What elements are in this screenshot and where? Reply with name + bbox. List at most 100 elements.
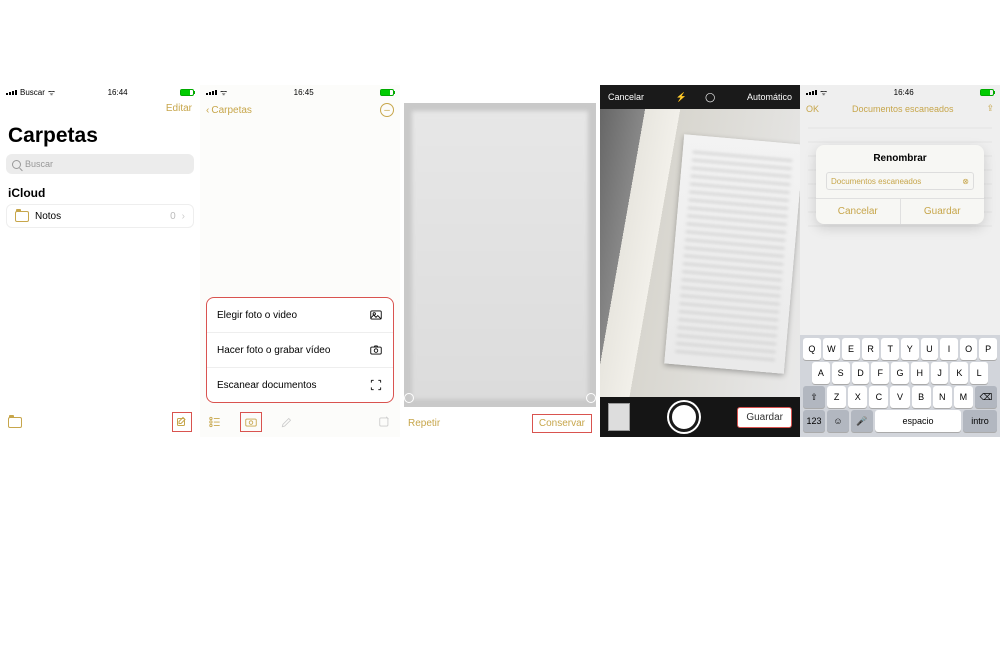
cancel-button[interactable]: Cancelar	[608, 92, 644, 102]
key-d[interactable]: D	[852, 362, 870, 384]
key-s[interactable]: S	[832, 362, 850, 384]
enter-key[interactable]: intro	[963, 410, 997, 432]
key-q[interactable]: Q	[803, 338, 821, 360]
folder-row[interactable]: Notos 0 ›	[6, 204, 194, 228]
clock: 16:46	[894, 88, 914, 97]
dialog-title: Renombrar	[816, 145, 984, 168]
numbers-key[interactable]: 123	[803, 410, 825, 432]
key-i[interactable]: I	[940, 338, 958, 360]
search-icon	[12, 160, 21, 169]
signal-icon	[806, 90, 817, 95]
choose-photo-item[interactable]: Elegir foto o video	[207, 298, 393, 333]
screen-scan-crop: Repetir Conservar	[400, 85, 600, 437]
screen-folders: Buscar ᯤ 16:44 Editar Carpetas Buscar iC…	[0, 85, 200, 437]
signal-icon	[206, 90, 217, 95]
page-title: Carpetas	[0, 118, 200, 152]
key-f[interactable]: F	[871, 362, 889, 384]
scan-icon	[369, 378, 383, 392]
checklist-icon[interactable]	[208, 415, 222, 429]
status-bar: Buscar ᯤ 16:44	[0, 85, 200, 99]
scanned-page-preview[interactable]	[404, 103, 596, 407]
key-b[interactable]: B	[912, 386, 931, 408]
dialog-save-button[interactable]: Guardar	[901, 199, 985, 224]
compose-button[interactable]	[172, 412, 192, 432]
key-z[interactable]: Z	[827, 386, 846, 408]
take-photo-item[interactable]: Hacer foto o grabar vídeo	[207, 333, 393, 368]
camera-button[interactable]	[240, 412, 262, 432]
wifi-icon: ᯤ	[820, 87, 827, 98]
retake-button[interactable]: Repetir	[408, 418, 440, 429]
flash-icon[interactable]: ⚡	[676, 92, 687, 103]
clock: 16:44	[108, 88, 128, 97]
key-x[interactable]: X	[848, 386, 867, 408]
back-button[interactable]: ‹Carpetas	[206, 105, 252, 116]
camera-icon	[369, 343, 383, 357]
emoji-key[interactable]: ☺	[827, 410, 849, 432]
collapse-icon[interactable]: –	[380, 103, 394, 117]
key-j[interactable]: J	[931, 362, 949, 384]
new-folder-icon[interactable]	[8, 417, 22, 428]
note-title: Documentos escaneados	[852, 104, 954, 114]
key-l[interactable]: L	[970, 362, 988, 384]
screen-note-actions: ᯤ 16:45 ‹Carpetas – Elegir foto o video …	[200, 85, 400, 437]
action-sheet: Elegir foto o video Hacer foto o grabar …	[206, 297, 394, 403]
clear-icon[interactable]: ⊗	[962, 177, 969, 186]
wifi-icon: ᯤ	[220, 87, 227, 98]
shutter-button[interactable]	[669, 402, 699, 432]
keyboard: QWERTYUIOP ASDFGHJKL ⇧ ZXCVBNM ⌫ 123 ☺ 🎤…	[800, 335, 1000, 437]
folder-count: 0	[170, 211, 176, 222]
search-input[interactable]: Buscar	[6, 154, 194, 174]
auto-mode-button[interactable]: Automático	[747, 92, 792, 102]
edit-button[interactable]: Editar	[166, 103, 192, 114]
draw-icon[interactable]	[280, 415, 294, 429]
signal-icon	[6, 90, 17, 95]
key-u[interactable]: U	[921, 338, 939, 360]
ok-button[interactable]: OK	[806, 104, 819, 114]
key-p[interactable]: P	[979, 338, 997, 360]
mic-key[interactable]: 🎤	[851, 410, 873, 432]
status-bar: ᯤ 16:46	[800, 85, 1000, 99]
key-e[interactable]: E	[842, 338, 860, 360]
key-n[interactable]: N	[933, 386, 952, 408]
crop-handle-bl[interactable]	[404, 393, 414, 403]
search-placeholder: Buscar	[25, 159, 53, 169]
key-m[interactable]: M	[954, 386, 973, 408]
camera-icon	[244, 415, 258, 429]
status-bar: ᯤ 16:45	[200, 85, 400, 99]
key-k[interactable]: K	[950, 362, 968, 384]
filter-icon[interactable]: ◯	[705, 92, 715, 103]
rename-input[interactable]: Documentos escaneados ⊗	[826, 172, 974, 190]
scan-documents-item[interactable]: Escanear documentos	[207, 368, 393, 402]
battery-icon	[380, 89, 394, 96]
crop-handle-br[interactable]	[586, 393, 596, 403]
section-header: iCloud	[0, 176, 200, 204]
battery-icon	[980, 89, 994, 96]
key-t[interactable]: T	[881, 338, 899, 360]
key-g[interactable]: G	[891, 362, 909, 384]
backspace-key[interactable]: ⌫	[975, 386, 997, 408]
key-c[interactable]: C	[869, 386, 888, 408]
key-r[interactable]: R	[862, 338, 880, 360]
keep-scan-button[interactable]: Conservar	[532, 414, 592, 433]
screen-rename: ᯤ 16:46 OK Documentos escaneados ⇪ Renom…	[800, 85, 1000, 437]
key-y[interactable]: Y	[901, 338, 919, 360]
key-a[interactable]: A	[812, 362, 830, 384]
save-button[interactable]: Guardar	[737, 407, 792, 428]
crop-handle-tr[interactable]	[586, 89, 596, 99]
key-h[interactable]: H	[911, 362, 929, 384]
key-v[interactable]: V	[890, 386, 909, 408]
back-search-label: Buscar	[20, 88, 45, 97]
key-w[interactable]: W	[823, 338, 841, 360]
crop-handle-tl[interactable]	[404, 89, 414, 99]
scan-thumbnail[interactable]	[608, 403, 630, 431]
share-icon[interactable]: ⇪	[986, 103, 994, 114]
shift-key[interactable]: ⇧	[803, 386, 825, 408]
folder-icon	[15, 211, 29, 222]
space-key[interactable]: espacio	[875, 410, 961, 432]
compose-icon[interactable]	[378, 415, 392, 429]
chevron-left-icon: ‹	[206, 105, 209, 116]
dialog-cancel-button[interactable]: Cancelar	[816, 199, 901, 224]
battery-icon	[180, 89, 194, 96]
key-o[interactable]: O	[960, 338, 978, 360]
screen-scan-camera: Cancelar ⚡ ◯ Automático Guardar	[600, 85, 800, 437]
